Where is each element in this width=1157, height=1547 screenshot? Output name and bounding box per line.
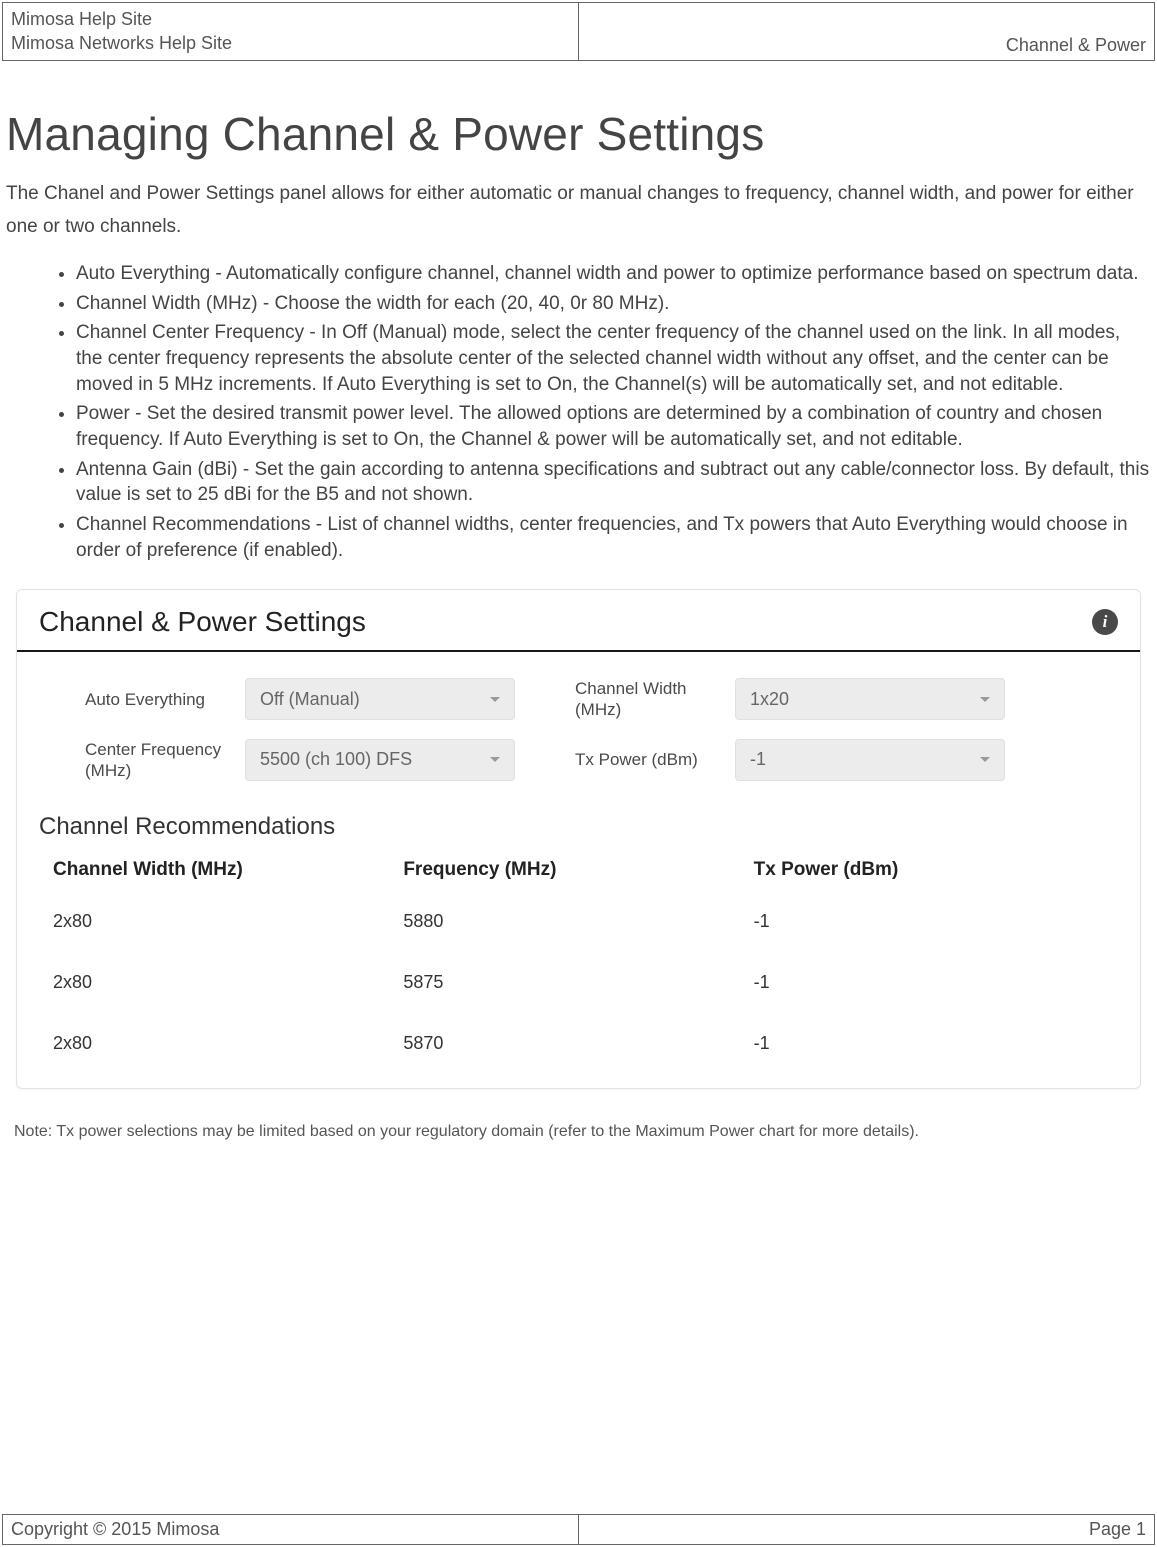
bullet-list: Auto Everything - Automatically configur…: [6, 261, 1151, 563]
col-frequency: Frequency (MHz): [403, 859, 753, 881]
tx-power-select[interactable]: -1: [735, 739, 1005, 781]
list-item: Channel Width (MHz) - Choose the width f…: [76, 291, 1151, 317]
page-content: Managing Channel & Power Settings The Ch…: [0, 61, 1157, 1168]
auto-everything-label: Auto Everything: [85, 689, 245, 710]
header-section-title: Channel & Power: [1006, 35, 1146, 56]
settings-grid: Auto Everything Off (Manual) Channel Wid…: [17, 652, 1140, 797]
cell-width: 2x80: [53, 1033, 403, 1054]
list-item: Channel Recommendations - List of channe…: [76, 512, 1151, 563]
intro-paragraph: The Chanel and Power Settings panel allo…: [6, 177, 1151, 244]
footer-copyright: Copyright © 2015 Mimosa: [3, 1515, 579, 1544]
center-freq-value: 5500 (ch 100) DFS: [260, 749, 412, 770]
auto-everything-select[interactable]: Off (Manual): [245, 678, 515, 720]
table-header: Channel Width (MHz) Frequency (MHz) Tx P…: [39, 849, 1118, 891]
list-item: Antenna Gain (dBi) - Set the gain accord…: [76, 457, 1151, 508]
info-icon[interactable]: i: [1092, 609, 1118, 635]
col-channel-width: Channel Width (MHz): [53, 859, 403, 881]
center-freq-select[interactable]: 5500 (ch 100) DFS: [245, 739, 515, 781]
footer-page-number: Page 1: [579, 1515, 1155, 1544]
channel-power-panel: Channel & Power Settings i Auto Everythi…: [16, 589, 1141, 1089]
chevron-down-icon: [490, 757, 500, 762]
channel-width-select[interactable]: 1x20: [735, 678, 1005, 720]
list-item: Channel Center Frequency - In Off (Manua…: [76, 320, 1151, 397]
list-item: Power - Set the desired transmit power l…: [76, 401, 1151, 452]
table-row: 2x80 5870 -1: [39, 1013, 1118, 1074]
center-freq-label: Center Frequency (MHz): [85, 739, 245, 782]
panel-title: Channel & Power Settings: [39, 606, 366, 638]
auto-everything-value: Off (Manual): [260, 689, 360, 710]
cell-width: 2x80: [53, 972, 403, 993]
table-row: 2x80 5875 -1: [39, 952, 1118, 1013]
channel-width-label: Channel Width (MHz): [575, 678, 735, 721]
header-site-subtitle: Mimosa Networks Help Site: [11, 31, 570, 55]
cell-freq: 5870: [403, 1033, 753, 1054]
chevron-down-icon: [980, 757, 990, 762]
table-row: 2x80 5880 -1: [39, 891, 1118, 952]
header-site-title: Mimosa Help Site: [11, 7, 570, 31]
page-footer: Copyright © 2015 Mimosa Page 1: [2, 1514, 1155, 1545]
panel-header: Channel & Power Settings i: [17, 590, 1140, 652]
col-tx-power: Tx Power (dBm): [754, 859, 1104, 881]
channel-width-value: 1x20: [750, 689, 789, 710]
header-right: Channel & Power: [579, 3, 1155, 60]
list-item: Auto Everything - Automatically configur…: [76, 261, 1151, 287]
page-title: Managing Channel & Power Settings: [6, 107, 1151, 161]
cell-tx: -1: [754, 1033, 1104, 1054]
cell-freq: 5880: [403, 911, 753, 932]
tx-power-label: Tx Power (dBm): [575, 749, 735, 770]
chevron-down-icon: [980, 697, 990, 702]
cell-tx: -1: [754, 911, 1104, 932]
footnote: Note: Tx power selections may be limited…: [6, 1117, 1151, 1147]
page-header: Mimosa Help Site Mimosa Networks Help Si…: [2, 2, 1155, 61]
chevron-down-icon: [490, 697, 500, 702]
cell-tx: -1: [754, 972, 1104, 993]
cell-freq: 5875: [403, 972, 753, 993]
header-left: Mimosa Help Site Mimosa Networks Help Si…: [3, 3, 579, 60]
cell-width: 2x80: [53, 911, 403, 932]
tx-power-value: -1: [750, 749, 766, 770]
recommendations-heading: Channel Recommendations: [17, 797, 1140, 849]
recommendations-table: Channel Width (MHz) Frequency (MHz) Tx P…: [17, 849, 1140, 1074]
